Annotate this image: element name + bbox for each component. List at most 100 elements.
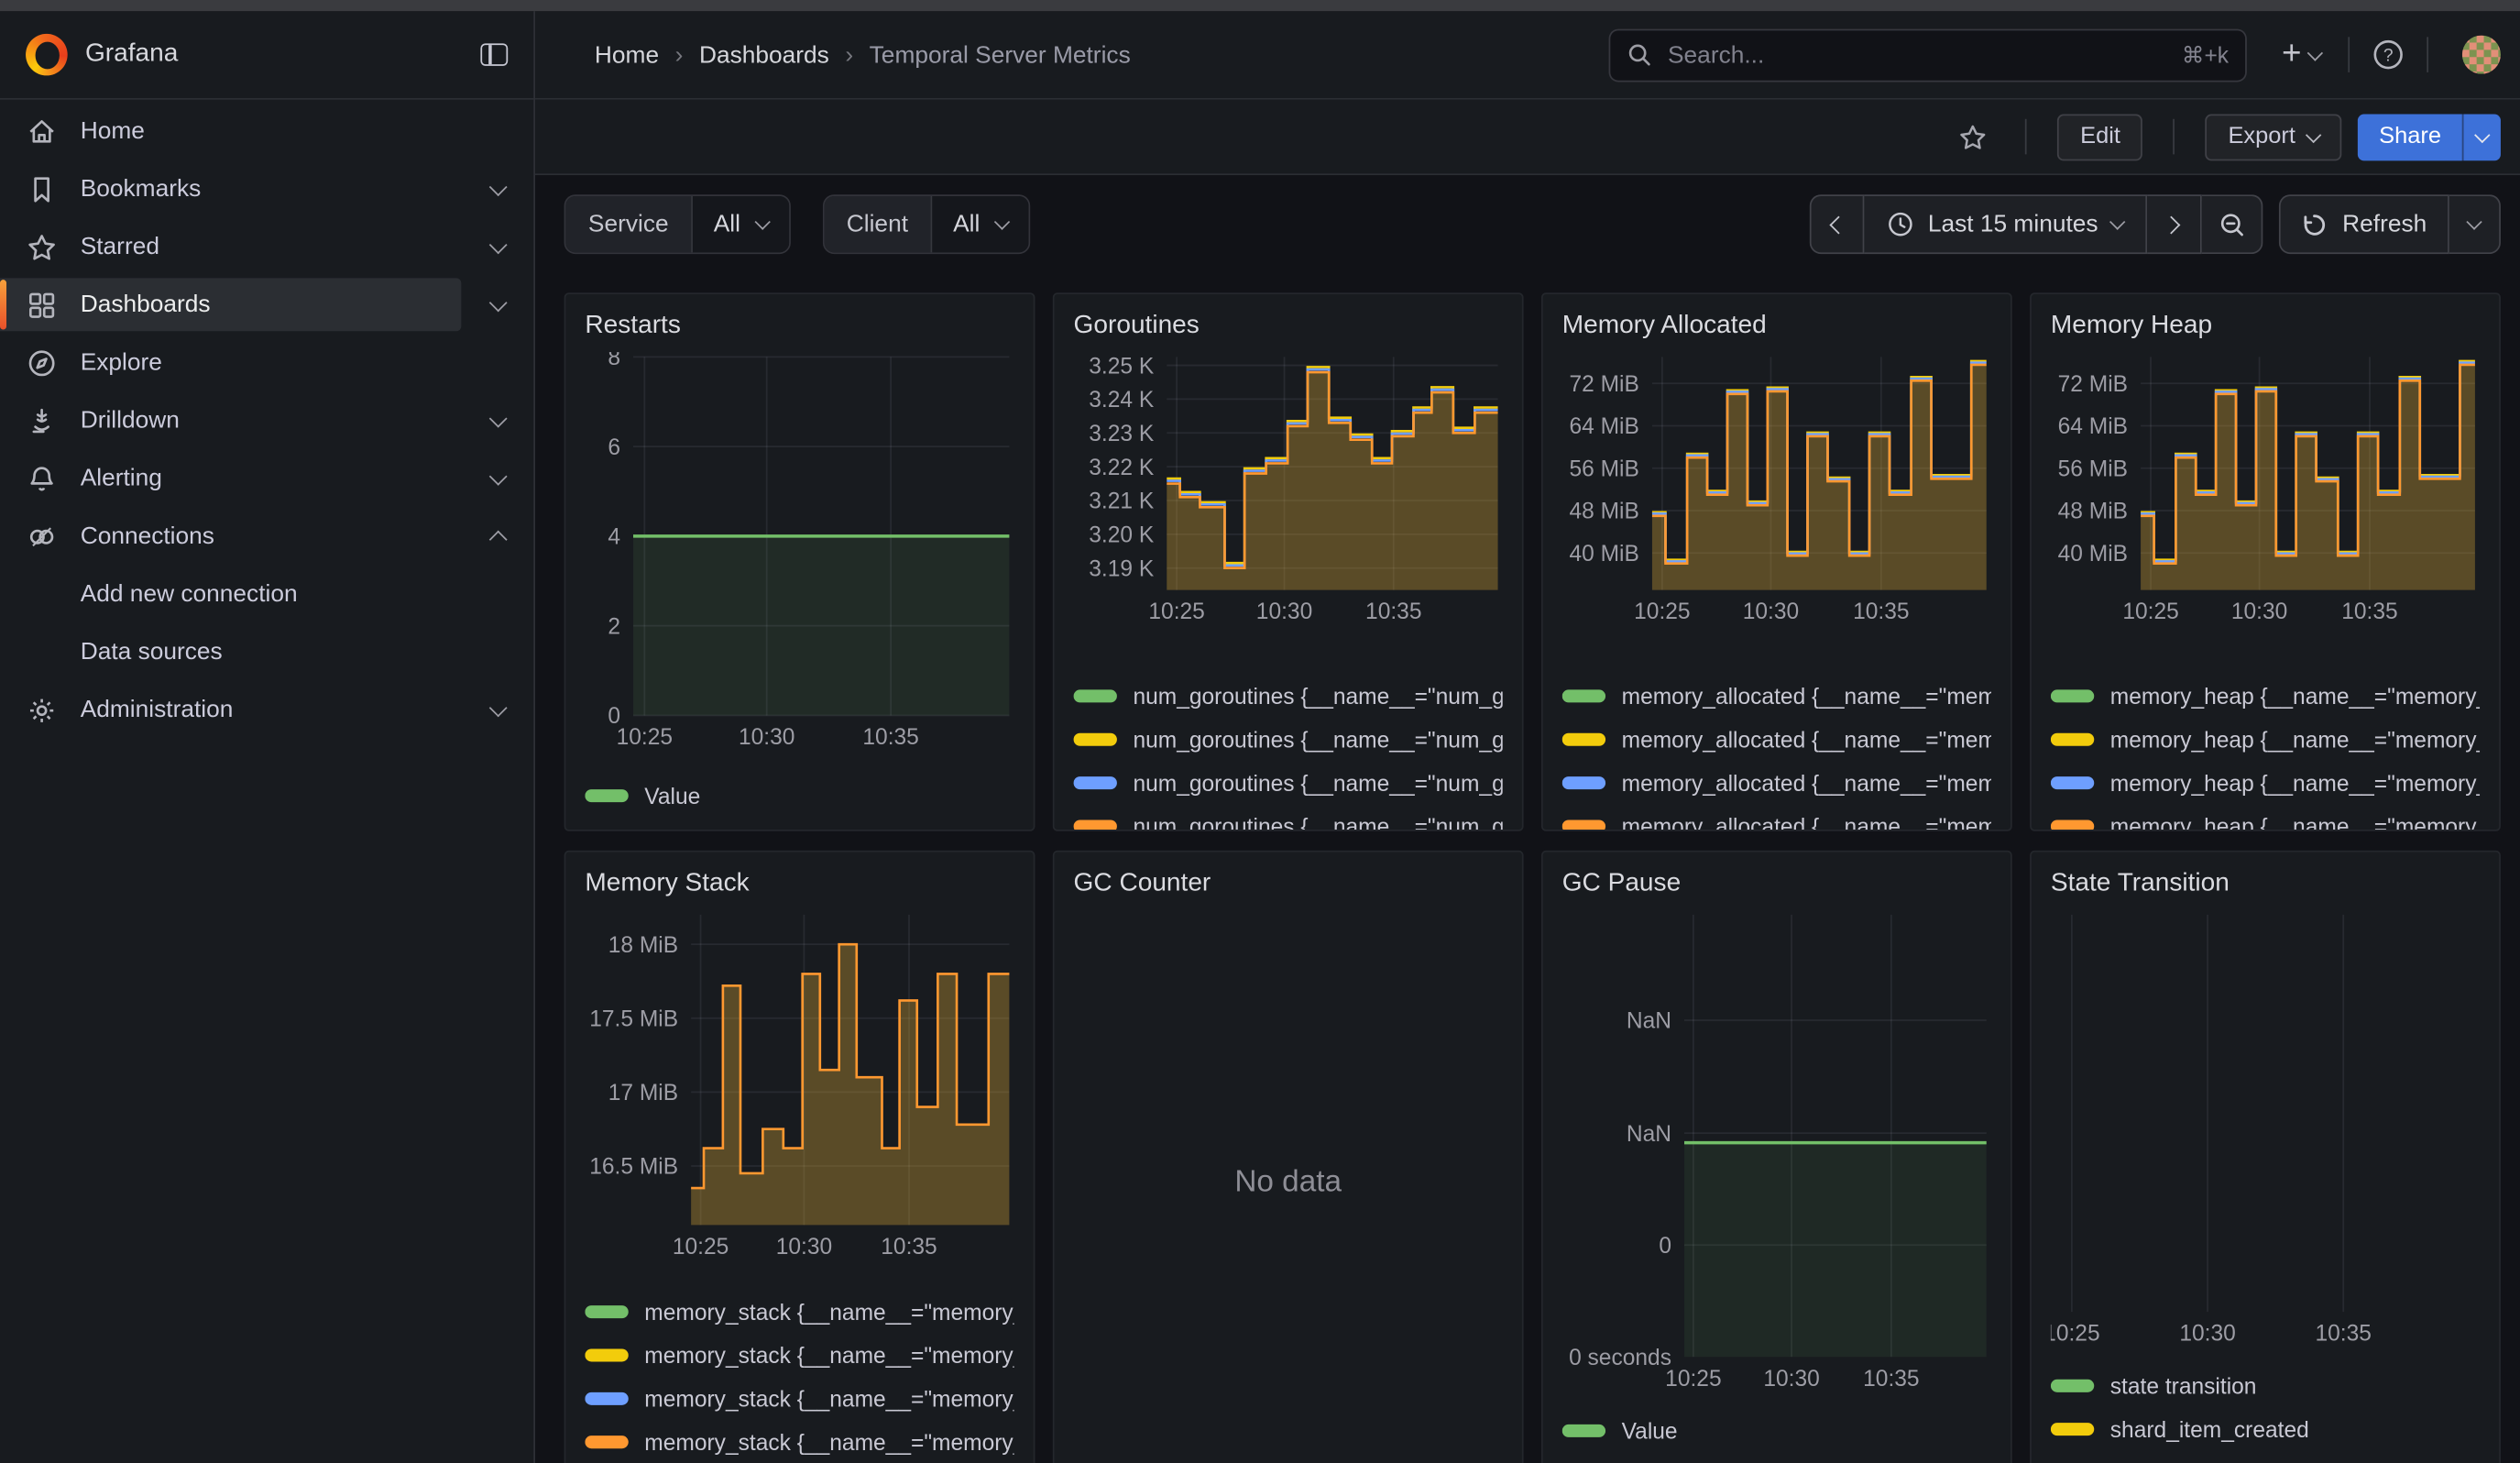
sidebar-item-explore[interactable]: Explore [0, 336, 533, 390]
panel-title[interactable]: Memory Stack [585, 865, 1013, 910]
legend-item[interactable]: memory_allocated {__name__="memo [1562, 761, 1991, 804]
zoom-out-button[interactable] [2203, 194, 2264, 254]
legend-item[interactable]: memory_heap {__name__="memory_h [2051, 804, 2480, 831]
legend-series-label: num_goroutines {__name__="num_go [1133, 682, 1502, 708]
chevron-down-icon[interactable] [489, 698, 508, 717]
service-filter[interactable]: Service All [564, 194, 791, 254]
svg-text:10:25: 10:25 [2051, 1322, 2100, 1347]
chevron-down-icon[interactable] [489, 177, 508, 195]
legend-series-label: memory_allocated {__name__="memo [1622, 682, 1991, 708]
client-filter[interactable]: Client All [822, 194, 1029, 254]
legend-item[interactable]: memory_heap {__name__="memory_h [2051, 761, 2480, 804]
svg-text:10:25: 10:25 [2122, 600, 2178, 624]
chevron-up-icon[interactable] [489, 530, 508, 548]
new-menu-button[interactable]: + [2269, 39, 2334, 70]
panel-title[interactable]: GC Pause [1562, 865, 1991, 910]
sidebar-item-starred[interactable]: Starred [0, 220, 533, 273]
time-series-chart[interactable]: 3.19 K3.20 K3.21 K3.22 K3.23 K3.24 K3.25… [1074, 352, 1503, 625]
legend-item[interactable]: shard_item_created [2051, 1407, 2480, 1450]
time-series-chart[interactable]: NaNNaN00 seconds10:2510:3010:35 [1562, 910, 1991, 1392]
legend-series-label: memory_stack {__name__="memory_s [644, 1342, 1013, 1368]
service-filter-value[interactable]: All [691, 196, 788, 252]
help-button[interactable]: ? [2364, 37, 2413, 72]
panel-title[interactable]: Memory Allocated [1562, 307, 1991, 352]
legend-item[interactable]: memory_stack {__name__="memory_s [585, 1376, 1013, 1419]
panel-legend: Value [1562, 1408, 1991, 1451]
svg-text:8: 8 [608, 352, 620, 370]
no-data-message: No data [1074, 910, 1503, 1457]
sidebar-item-bookmarks[interactable]: Bookmarks [0, 162, 533, 215]
sidebar-item-dashboards[interactable]: Dashboards [0, 278, 533, 331]
legend-item[interactable]: memory_heap {__name__="memory_h [2051, 674, 2480, 717]
time-shift-back-button[interactable] [1809, 194, 1864, 254]
breadcrumb-home[interactable]: Home [595, 41, 659, 69]
legend-item[interactable]: num_goroutines {__name__="num_go [1074, 804, 1503, 831]
search-box[interactable]: ⌘+k [1608, 28, 2246, 82]
favorite-star-button[interactable] [1952, 121, 1995, 151]
time-series-chart[interactable]: 0246810:2510:3010:35 [585, 352, 1013, 751]
legend-item[interactable]: memory_allocated {__name__="memo [1562, 674, 1991, 717]
legend-item[interactable]: num_goroutines {__name__="num_go [1074, 674, 1503, 717]
time-series-chart[interactable]: 40 MiB48 MiB56 MiB64 MiB72 MiB10:2510:30… [2051, 352, 2480, 625]
sidebar-item-administration[interactable]: Administration [0, 683, 533, 736]
chevron-down-icon[interactable] [489, 235, 508, 253]
legend-item[interactable]: memory_allocated {__name__="memo [1562, 717, 1991, 760]
panel-memory-stack: Memory Stack 16.5 MiB17 MiB17.5 MiB18 Mi… [564, 851, 1035, 1463]
legend-series-label: memory_heap {__name__="memory_h [2110, 813, 2480, 831]
svg-text:18 MiB: 18 MiB [608, 933, 678, 958]
panel-title[interactable]: Memory Heap [2051, 307, 2480, 352]
time-shift-forward-button[interactable] [2148, 194, 2203, 254]
sidebar-item-home[interactable]: Home [0, 104, 533, 158]
share-menu-button[interactable] [2462, 114, 2501, 160]
legend-item[interactable]: memory_stack {__name__="memory_s [585, 1420, 1013, 1463]
time-series-chart[interactable]: 10:2510:3010:35 [2051, 910, 2480, 1348]
chevron-down-icon[interactable] [489, 409, 508, 427]
legend-item[interactable]: Value [585, 774, 1013, 817]
panel-title[interactable]: Goroutines [1074, 307, 1503, 352]
svg-text:NaN: NaN [1627, 1009, 1671, 1034]
chevron-down-icon[interactable] [489, 293, 508, 312]
svg-text:48 MiB: 48 MiB [2058, 500, 2128, 524]
legend-item[interactable]: state transition [2051, 1363, 2480, 1406]
panel-goroutines: Goroutines 3.19 K3.20 K3.21 K3.22 K3.23 … [1053, 292, 1524, 831]
legend-item[interactable]: memory_heap {__name__="memory_h [2051, 717, 2480, 760]
legend-series-dash-icon [585, 788, 628, 801]
panel-title[interactable]: GC Counter [1074, 865, 1503, 910]
breadcrumb-dashboards[interactable]: Dashboards [699, 41, 829, 69]
panel-title[interactable]: State Transition [2051, 865, 2480, 910]
chevron-down-icon [2474, 126, 2490, 142]
share-button[interactable]: Share [2358, 114, 2461, 160]
panel-title[interactable]: Restarts [585, 307, 1013, 352]
sidebar-item-connections[interactable]: Connections [0, 510, 533, 563]
svg-text:10:30: 10:30 [2231, 600, 2287, 624]
refresh-interval-button[interactable] [2449, 194, 2501, 254]
legend-item[interactable]: memory_stack {__name__="memory_s [585, 1290, 1013, 1333]
sidebar-item-drilldown[interactable]: Drilldown [0, 394, 533, 447]
legend-series-label: shard_item_created [2110, 1415, 2309, 1441]
sidebar-item-alerting[interactable]: Alerting [0, 452, 533, 505]
grafana-logo-icon[interactable] [26, 34, 68, 76]
legend-item[interactable]: memory_stack {__name__="memory_s [585, 1333, 1013, 1376]
client-filter-value[interactable]: All [931, 196, 1028, 252]
legend-item[interactable]: num_goroutines {__name__="num_go [1074, 717, 1503, 760]
svg-text:0: 0 [1659, 1234, 1671, 1259]
legend-series-dash-icon [585, 1348, 628, 1361]
chevron-down-icon [2110, 214, 2126, 229]
time-series-chart[interactable]: 16.5 MiB17 MiB17.5 MiB18 MiB10:2510:3010… [585, 910, 1013, 1260]
sidebar-item-add-new-connection[interactable]: Add new connection [0, 567, 533, 621]
bell-icon [26, 462, 58, 494]
svg-text:10:30: 10:30 [739, 725, 794, 750]
legend-item[interactable]: num_goroutines {__name__="num_go [1074, 761, 1503, 804]
legend-item[interactable]: Value [1562, 1408, 1991, 1451]
chevron-down-icon[interactable] [489, 467, 508, 485]
edit-button[interactable]: Edit [2058, 114, 2143, 160]
user-avatar[interactable] [2462, 36, 2501, 74]
dock-sidebar-toggle-icon[interactable] [480, 43, 508, 66]
time-series-chart[interactable]: 40 MiB48 MiB56 MiB64 MiB72 MiB10:2510:30… [1562, 352, 1991, 625]
search-input[interactable] [1664, 39, 2181, 70]
sidebar-item-data-sources[interactable]: Data sources [0, 625, 533, 678]
refresh-button[interactable]: Refresh [2280, 194, 2449, 254]
time-range-picker[interactable]: Last 15 minutes [1864, 194, 2148, 254]
export-button[interactable]: Export [2206, 114, 2342, 160]
legend-item[interactable]: memory_allocated {__name__="memo [1562, 804, 1991, 831]
